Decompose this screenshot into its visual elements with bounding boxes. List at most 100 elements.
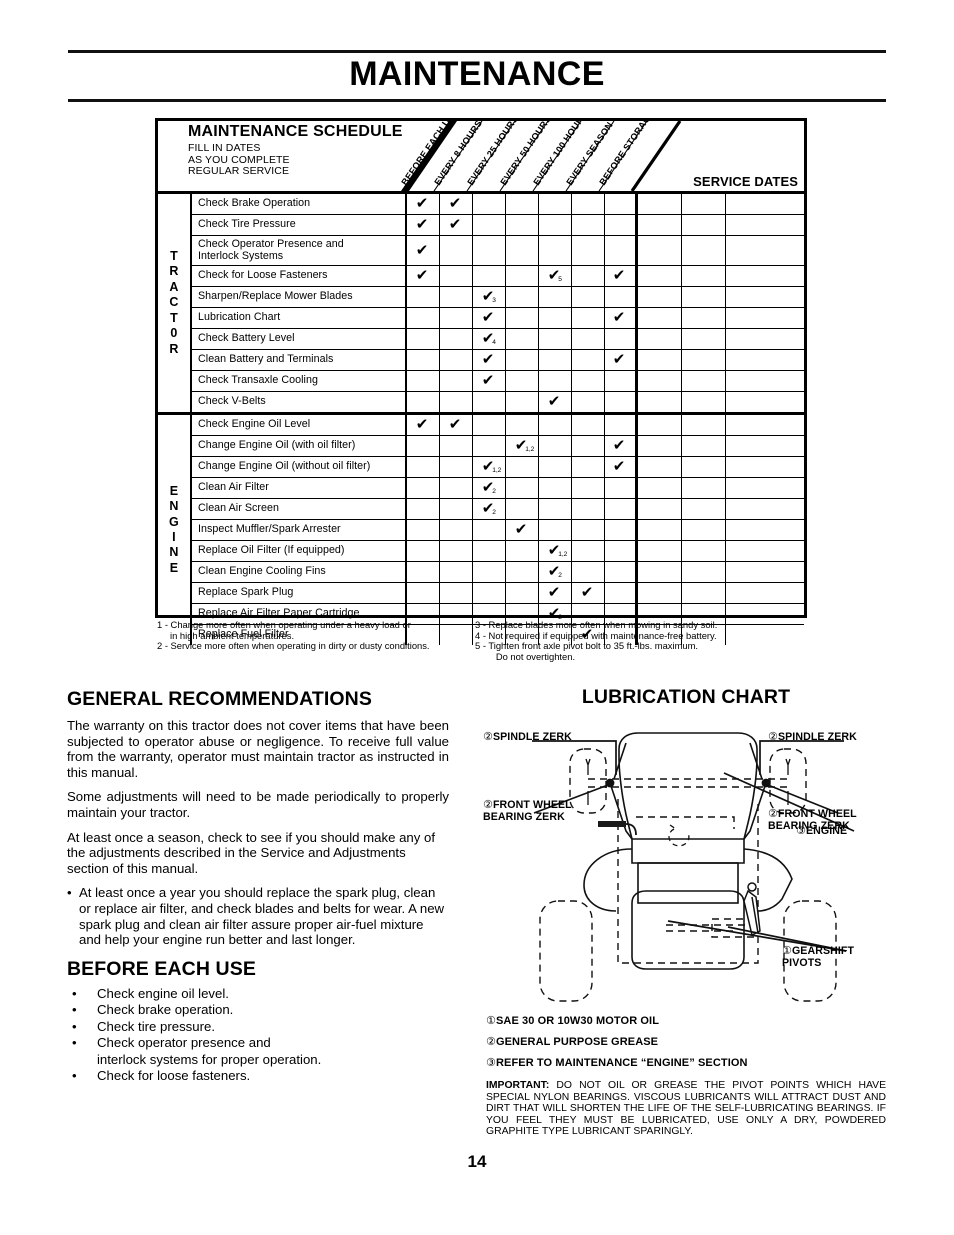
- schedule-cell[interactable]: ✔ 3: [473, 287, 506, 307]
- schedule-cell[interactable]: [407, 392, 440, 412]
- service-date-cell[interactable]: [682, 371, 726, 391]
- service-date-cell[interactable]: [682, 266, 726, 286]
- schedule-cell[interactable]: [572, 415, 605, 435]
- schedule-cell[interactable]: [407, 499, 440, 519]
- schedule-cell[interactable]: [539, 215, 572, 235]
- schedule-cell[interactable]: [506, 392, 539, 412]
- schedule-cell[interactable]: [572, 308, 605, 328]
- schedule-cell[interactable]: [572, 478, 605, 498]
- schedule-cell[interactable]: [407, 287, 440, 307]
- service-date-cell[interactable]: [726, 415, 770, 435]
- service-date-cell[interactable]: [682, 583, 726, 603]
- schedule-cell[interactable]: [506, 236, 539, 265]
- schedule-cell[interactable]: [506, 583, 539, 603]
- schedule-cell[interactable]: [407, 520, 440, 540]
- service-date-cell[interactable]: [726, 194, 770, 214]
- service-date-cell[interactable]: [638, 329, 682, 349]
- service-date-cell[interactable]: [682, 415, 726, 435]
- service-date-cell[interactable]: [682, 562, 726, 582]
- schedule-cell[interactable]: [605, 583, 638, 603]
- schedule-cell[interactable]: [440, 436, 473, 456]
- service-date-cell[interactable]: [726, 371, 770, 391]
- schedule-cell[interactable]: ✔: [605, 457, 638, 477]
- schedule-cell[interactable]: [506, 215, 539, 235]
- schedule-cell[interactable]: [440, 541, 473, 561]
- schedule-cell[interactable]: ✔: [605, 350, 638, 370]
- schedule-cell[interactable]: [407, 583, 440, 603]
- schedule-cell[interactable]: [539, 350, 572, 370]
- schedule-cell[interactable]: ✔: [407, 415, 440, 435]
- service-date-cell[interactable]: [638, 415, 682, 435]
- schedule-cell[interactable]: [473, 541, 506, 561]
- schedule-cell[interactable]: [572, 520, 605, 540]
- schedule-cell[interactable]: [473, 562, 506, 582]
- schedule-cell[interactable]: [440, 266, 473, 286]
- schedule-cell[interactable]: [539, 371, 572, 391]
- schedule-cell[interactable]: [440, 499, 473, 519]
- service-date-cell[interactable]: [682, 329, 726, 349]
- schedule-cell[interactable]: [440, 371, 473, 391]
- schedule-cell[interactable]: [605, 287, 638, 307]
- service-date-cell[interactable]: [726, 266, 770, 286]
- schedule-cell[interactable]: [605, 541, 638, 561]
- schedule-cell[interactable]: [605, 194, 638, 214]
- schedule-cell[interactable]: ✔ 4: [473, 329, 506, 349]
- schedule-cell[interactable]: [506, 194, 539, 214]
- schedule-cell[interactable]: ✔: [605, 266, 638, 286]
- schedule-cell[interactable]: [407, 308, 440, 328]
- schedule-cell[interactable]: ✔: [407, 194, 440, 214]
- service-date-cell[interactable]: [726, 329, 770, 349]
- schedule-cell[interactable]: [506, 415, 539, 435]
- schedule-cell[interactable]: [440, 520, 473, 540]
- service-date-cell[interactable]: [682, 215, 726, 235]
- schedule-cell[interactable]: [440, 562, 473, 582]
- schedule-cell[interactable]: [539, 194, 572, 214]
- schedule-cell[interactable]: [572, 371, 605, 391]
- service-date-cell[interactable]: [638, 478, 682, 498]
- schedule-cell[interactable]: [572, 236, 605, 265]
- service-date-cell[interactable]: [682, 236, 726, 265]
- service-date-cell[interactable]: [726, 499, 770, 519]
- schedule-cell[interactable]: [605, 478, 638, 498]
- schedule-cell[interactable]: [440, 583, 473, 603]
- schedule-cell[interactable]: [605, 215, 638, 235]
- schedule-cell[interactable]: [473, 436, 506, 456]
- schedule-cell[interactable]: [407, 541, 440, 561]
- service-date-cell[interactable]: [638, 457, 682, 477]
- schedule-cell[interactable]: ✔ 5: [539, 266, 572, 286]
- schedule-cell[interactable]: ✔: [407, 266, 440, 286]
- schedule-cell[interactable]: [572, 215, 605, 235]
- schedule-cell[interactable]: [572, 562, 605, 582]
- schedule-cell[interactable]: ✔ 2: [473, 499, 506, 519]
- service-date-cell[interactable]: [682, 499, 726, 519]
- schedule-cell[interactable]: [539, 287, 572, 307]
- schedule-cell[interactable]: [407, 350, 440, 370]
- service-date-cell[interactable]: [682, 392, 726, 412]
- service-date-cell[interactable]: [726, 436, 770, 456]
- service-date-cell[interactable]: [726, 236, 770, 265]
- service-date-cell[interactable]: [726, 215, 770, 235]
- schedule-cell[interactable]: [506, 478, 539, 498]
- schedule-cell[interactable]: [407, 329, 440, 349]
- schedule-cell[interactable]: ✔: [605, 436, 638, 456]
- schedule-cell[interactable]: [407, 457, 440, 477]
- service-date-cell[interactable]: [638, 392, 682, 412]
- service-date-cell[interactable]: [726, 392, 770, 412]
- schedule-cell[interactable]: [473, 266, 506, 286]
- schedule-cell[interactable]: ✔: [473, 308, 506, 328]
- schedule-cell[interactable]: [605, 329, 638, 349]
- schedule-cell[interactable]: [605, 499, 638, 519]
- service-date-cell[interactable]: [726, 287, 770, 307]
- schedule-cell[interactable]: [506, 562, 539, 582]
- service-date-cell[interactable]: [682, 287, 726, 307]
- schedule-cell[interactable]: [407, 562, 440, 582]
- schedule-cell[interactable]: [572, 194, 605, 214]
- schedule-cell[interactable]: ✔: [407, 215, 440, 235]
- schedule-cell[interactable]: ✔: [440, 215, 473, 235]
- schedule-cell[interactable]: [605, 392, 638, 412]
- schedule-cell[interactable]: [473, 392, 506, 412]
- schedule-cell[interactable]: [506, 499, 539, 519]
- service-date-cell[interactable]: [638, 520, 682, 540]
- service-date-cell[interactable]: [638, 436, 682, 456]
- service-date-cell[interactable]: [638, 266, 682, 286]
